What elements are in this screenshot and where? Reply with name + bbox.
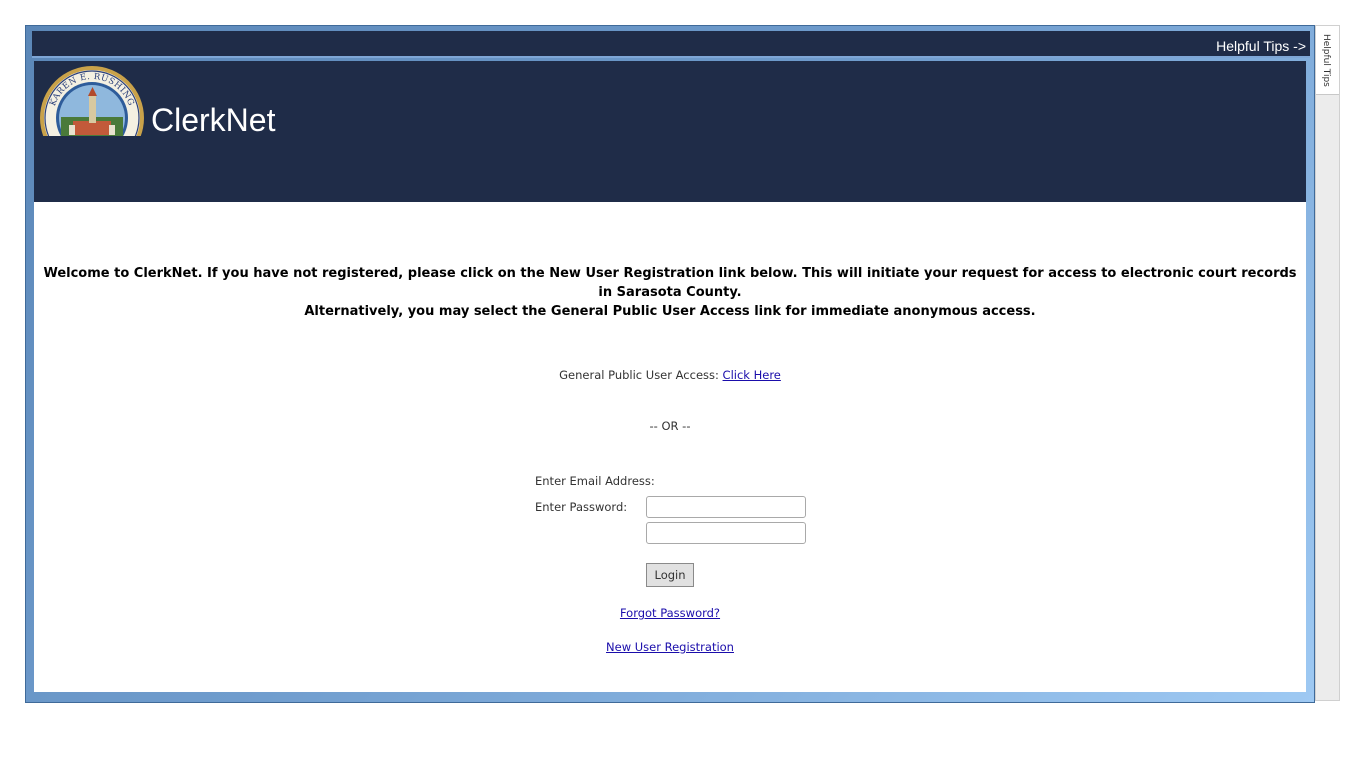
- helpful-tips-toggle[interactable]: Helpful Tips ->: [1216, 38, 1306, 54]
- main-frame: Helpful Tips -> KAREN E. RUSHING ClerkNe…: [25, 25, 1315, 703]
- password-field[interactable]: [646, 522, 806, 544]
- welcome-line-1: Welcome to ClerkNet. If you have not reg…: [43, 266, 1297, 300]
- email-field[interactable]: [646, 496, 806, 518]
- site-title: ClerkNet: [151, 102, 276, 138]
- password-label: Enter Password:: [535, 500, 628, 514]
- forgot-password-link[interactable]: Forgot Password?: [620, 606, 720, 620]
- public-access-label: General Public User Access:: [559, 368, 719, 382]
- helpful-tips-bar: Helpful Tips ->: [32, 31, 1310, 58]
- content-area: KAREN E. RUSHING ClerkNet Welcome to Cle…: [34, 61, 1306, 692]
- public-access-row: General Public User Access: Click Here: [34, 367, 1306, 383]
- forgot-password-row: Forgot Password?: [34, 605, 1306, 621]
- welcome-line-2: Alternatively, you may select the Genera…: [304, 304, 1036, 319]
- helpful-tips-tab[interactable]: Helpful Tips: [1316, 26, 1339, 95]
- public-access-link[interactable]: Click Here: [723, 368, 781, 382]
- helpful-tips-side-panel: Helpful Tips: [1315, 25, 1340, 701]
- new-user-registration-row: New User Registration: [34, 639, 1306, 655]
- welcome-message: Welcome to ClerkNet. If you have not reg…: [40, 264, 1300, 321]
- new-user-registration-link[interactable]: New User Registration: [606, 640, 734, 654]
- email-label: Enter Email Address:: [535, 474, 655, 488]
- page-header: KAREN E. RUSHING ClerkNet: [34, 61, 1306, 202]
- helpful-tips-tab-label: Helpful Tips: [1321, 34, 1331, 87]
- login-button[interactable]: Login: [646, 563, 694, 587]
- or-separator: -- OR --: [649, 419, 691, 433]
- clerk-seal-logo: KAREN E. RUSHING: [39, 65, 145, 136]
